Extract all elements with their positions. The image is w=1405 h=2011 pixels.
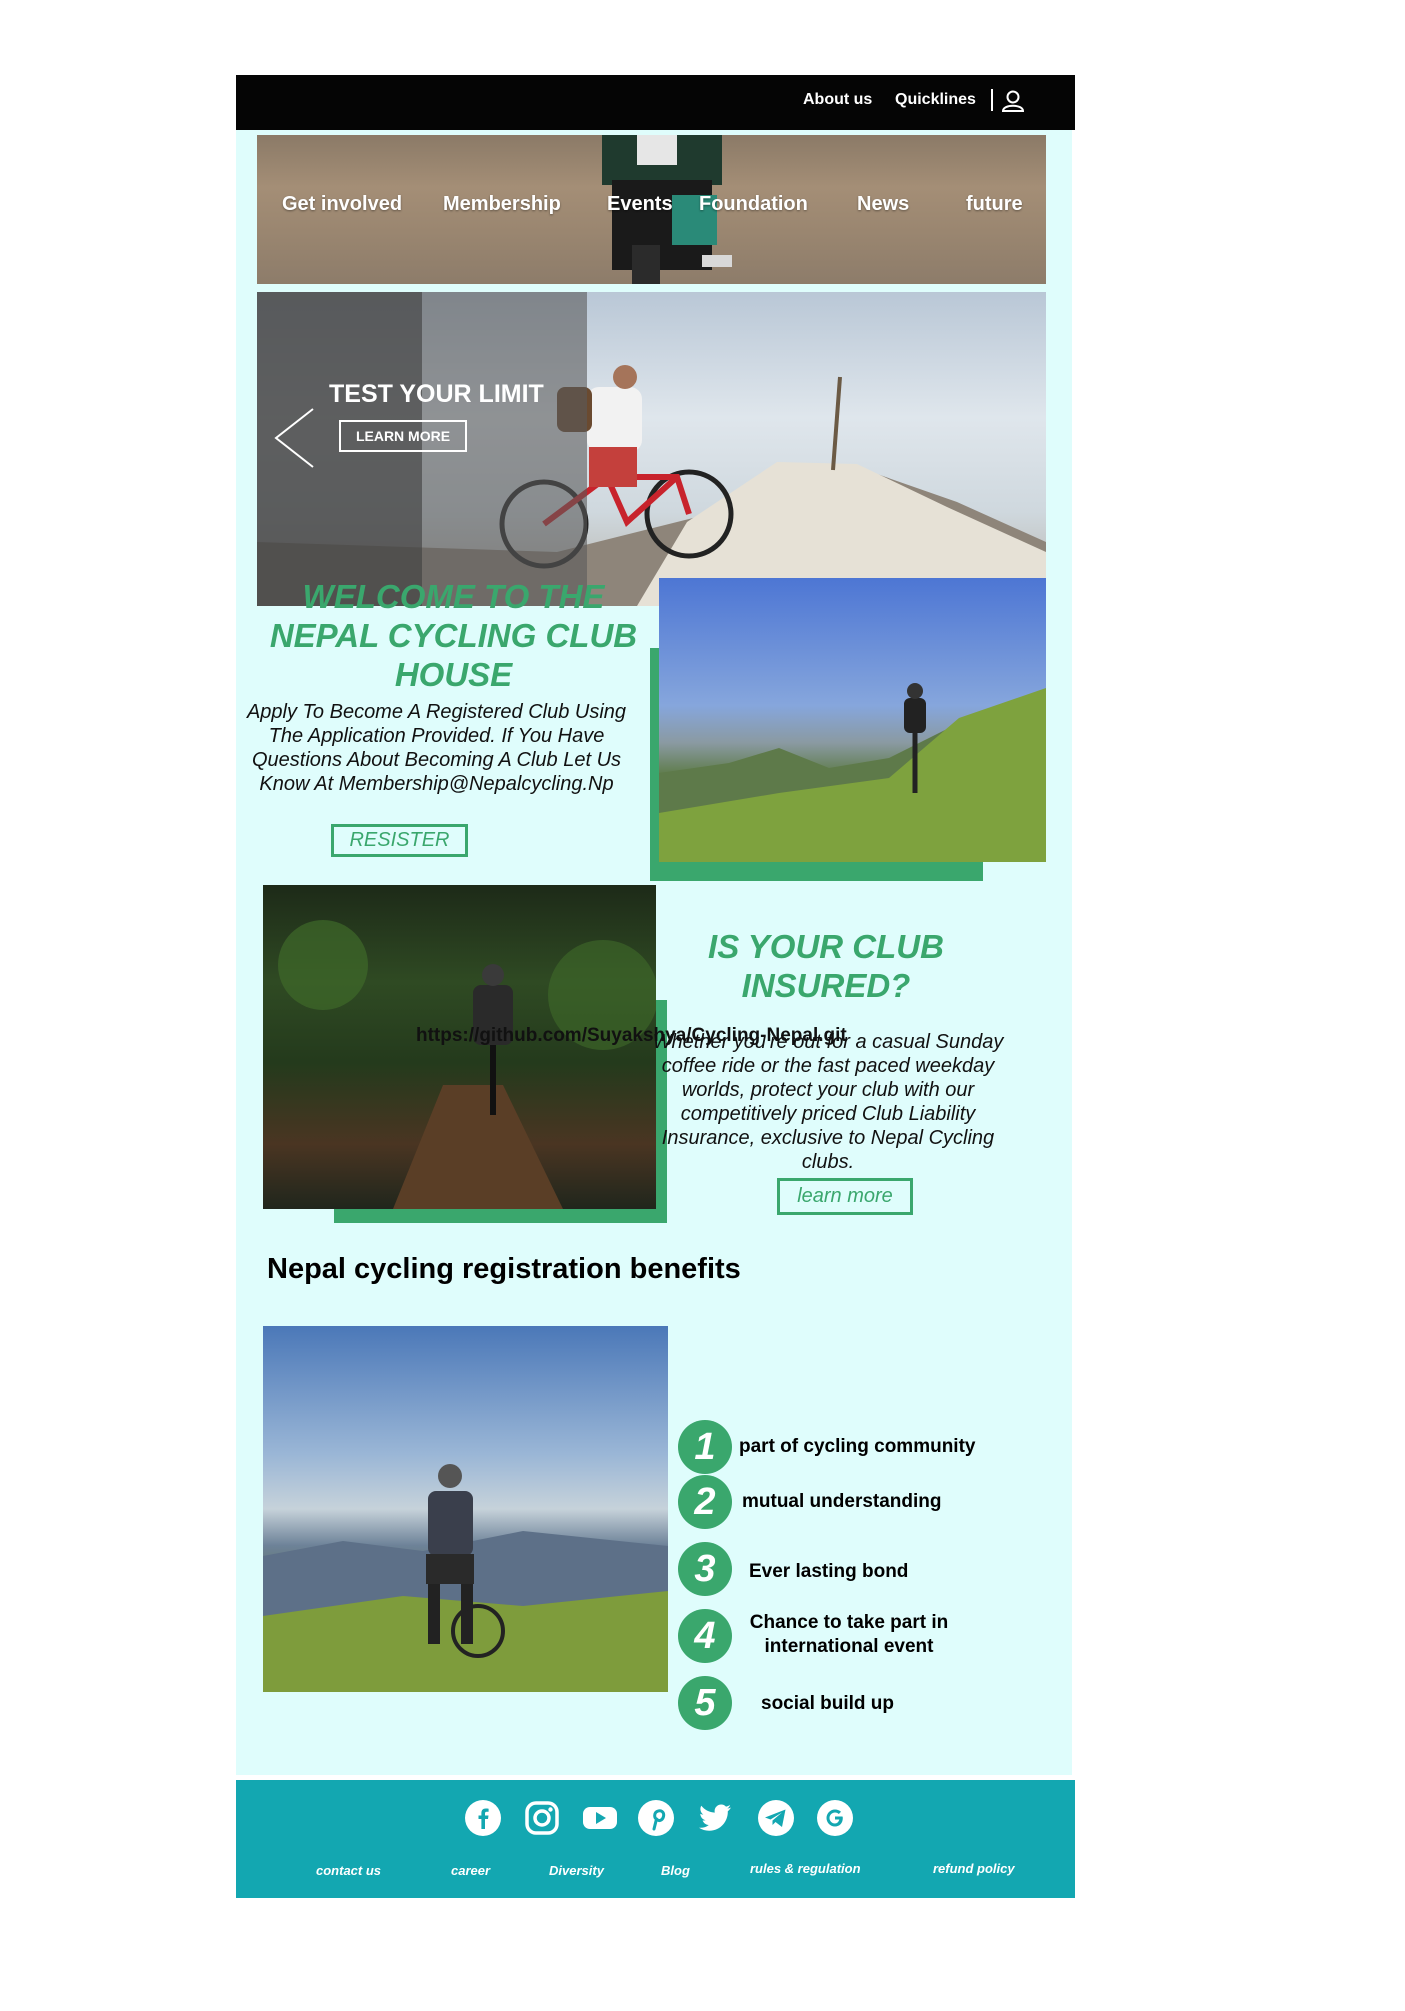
register-button[interactable]: RESISTER — [331, 824, 468, 857]
user-icon[interactable] — [1000, 88, 1026, 114]
footer-link-contact-us[interactable]: contact us — [316, 1863, 381, 1878]
nav-get-involved[interactable]: Get involved — [282, 193, 402, 216]
nav-news[interactable]: News — [857, 193, 909, 216]
welcome-text: Apply To Become A Registered Club Using … — [246, 701, 627, 795]
footer-link-career[interactable]: career — [451, 1863, 490, 1878]
learn-more-button[interactable]: LEARN MORE — [339, 420, 467, 452]
top-bar: About us Quicklines — [236, 75, 1075, 130]
youtube-icon[interactable] — [581, 1799, 619, 1837]
nav-events[interactable]: Events — [607, 193, 673, 216]
benefit-text-5: social build up — [761, 1693, 895, 1714]
footer-link-refund-policy[interactable]: refund policy — [933, 1861, 1015, 1876]
quicklinks-link[interactable]: Quicklines — [895, 91, 976, 109]
benefit-number-1: 1 — [678, 1420, 732, 1474]
page: About us Quicklines Get involved Members… — [236, 75, 1075, 1898]
github-link[interactable]: https://github.com/Suyakshya/Cycling-Nep… — [416, 1025, 847, 1047]
learn-more-button[interactable]: learn more — [777, 1178, 913, 1215]
mountain-cyclist-image — [659, 578, 1046, 862]
footer: contact us career Diversity Blog rules &… — [236, 1780, 1075, 1898]
forest-trail-image — [263, 885, 656, 1209]
valley-cyclist-image — [263, 1326, 668, 1692]
benefit-number-4: 4 — [678, 1609, 732, 1663]
facebook-icon[interactable] — [464, 1799, 502, 1837]
benefit-text-3: Ever lasting bond — [749, 1561, 909, 1582]
benefit-text-2: mutual understanding — [742, 1491, 942, 1512]
nav-banner: Get involved Membership Events Foundatio… — [257, 135, 1046, 284]
about-us-link[interactable]: About us — [803, 91, 872, 109]
footer-link-rules[interactable]: rules & regulation — [750, 1861, 861, 1876]
pinterest-icon[interactable] — [637, 1799, 675, 1837]
footer-link-diversity[interactable]: Diversity — [549, 1863, 604, 1878]
nav-future[interactable]: future — [966, 193, 1023, 216]
benefit-number-5: 5 — [678, 1676, 732, 1730]
benefit-number-2: 2 — [678, 1475, 732, 1529]
benefits-title: Nepal cycling registration benefits — [267, 1253, 741, 1285]
twitter-icon[interactable] — [696, 1799, 734, 1837]
benefit-text-4: Chance to take part in international eve… — [749, 1612, 949, 1657]
nav-foundation[interactable]: Foundation — [699, 193, 808, 216]
insured-text: Whether you're out for a casual Sunday c… — [652, 1031, 1004, 1173]
hero-slider: TEST YOUR LIMIT LEARN MORE — [257, 292, 1046, 606]
google-icon[interactable] — [816, 1799, 854, 1837]
welcome-title: WELCOME TO THE NEPAL CYCLING CLUB HOUSE — [269, 578, 638, 693]
instagram-icon[interactable] — [523, 1799, 561, 1837]
nav-membership[interactable]: Membership — [443, 193, 561, 216]
benefit-text-1: part of cycling community — [739, 1436, 976, 1457]
chevron-left-icon[interactable] — [273, 407, 317, 469]
benefit-number-3: 3 — [678, 1542, 732, 1596]
hero-title: TEST YOUR LIMIT — [329, 380, 544, 408]
telegram-icon[interactable] — [757, 1799, 795, 1837]
insured-title: IS YOUR CLUB INSURED? — [708, 928, 944, 1004]
footer-link-blog[interactable]: Blog — [661, 1863, 690, 1878]
divider — [991, 89, 993, 111]
